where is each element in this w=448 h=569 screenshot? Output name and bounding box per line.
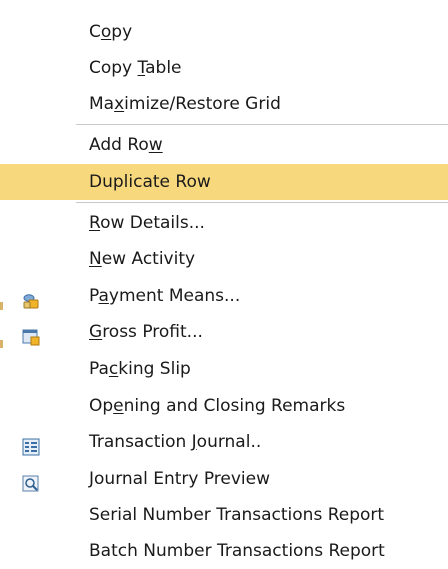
menu-item-transaction-journal[interactable]: Transaction Journal..	[0, 424, 448, 460]
menu-item-maximize-restore-grid[interactable]: Maximize/Restore Grid	[0, 86, 448, 122]
menu-item-label: Copy Table	[89, 58, 182, 78]
menu-item-copy-table[interactable]: Copy Table	[0, 50, 448, 86]
menu-item-duplicate-row[interactable]: Duplicate Row	[0, 164, 448, 200]
menu-item-label: Opening and Closing Remarks	[89, 396, 346, 416]
gross-profit-icon	[22, 323, 40, 346]
journal-entry-preview-icon	[22, 470, 40, 492]
menu-item-new-activity[interactable]: New Activity	[0, 241, 448, 277]
menu-separator	[76, 124, 448, 125]
menu-item-batch-number-report[interactable]: Batch Number Transactions Report	[0, 533, 448, 569]
payment-means-icon	[22, 287, 40, 309]
menu-separator	[76, 202, 448, 203]
menu-item-label: Batch Number Transactions Report	[89, 541, 385, 561]
menu-item-label: Gross Profit...	[89, 322, 203, 342]
menu-item-label: Maximize/Restore Grid	[89, 94, 281, 114]
menu-item-journal-entry-preview[interactable]: Journal Entry Preview	[0, 461, 448, 497]
menu-item-label: Journal Entry Preview	[89, 469, 271, 489]
menu-item-label: Copy	[89, 22, 133, 42]
menu-item-label: Row Details...	[89, 213, 205, 233]
transaction-journal-icon	[22, 433, 40, 456]
menu-item-label: Duplicate Row	[89, 172, 211, 192]
menu-item-opening-closing-remarks[interactable]: Opening and Closing Remarks	[0, 388, 448, 424]
menu-item-gross-profit[interactable]: Gross Profit...	[0, 314, 448, 350]
menu-item-add-row[interactable]: Add Row	[0, 127, 448, 163]
menu-item-label: Packing Slip	[89, 359, 191, 379]
menu-item-label: Serial Number Transactions Report	[89, 505, 385, 525]
menu-item-packing-slip[interactable]: Packing Slip	[0, 351, 448, 387]
menu-item-label: Add Row	[89, 135, 163, 155]
menu-item-payment-means[interactable]: Payment Means...	[0, 278, 448, 314]
menu-item-copy[interactable]: Copy	[0, 14, 448, 50]
menu-item-serial-number-report[interactable]: Serial Number Transactions Report	[0, 497, 448, 533]
menu-item-label: Payment Means...	[89, 286, 241, 306]
menu-item-label: Transaction Journal..	[89, 432, 262, 452]
menu-item-row-details[interactable]: Row Details...	[0, 205, 448, 241]
context-menu: Copy Copy Table Maximize/Restore Grid Ad…	[0, 0, 448, 568]
menu-item-label: New Activity	[89, 249, 196, 269]
